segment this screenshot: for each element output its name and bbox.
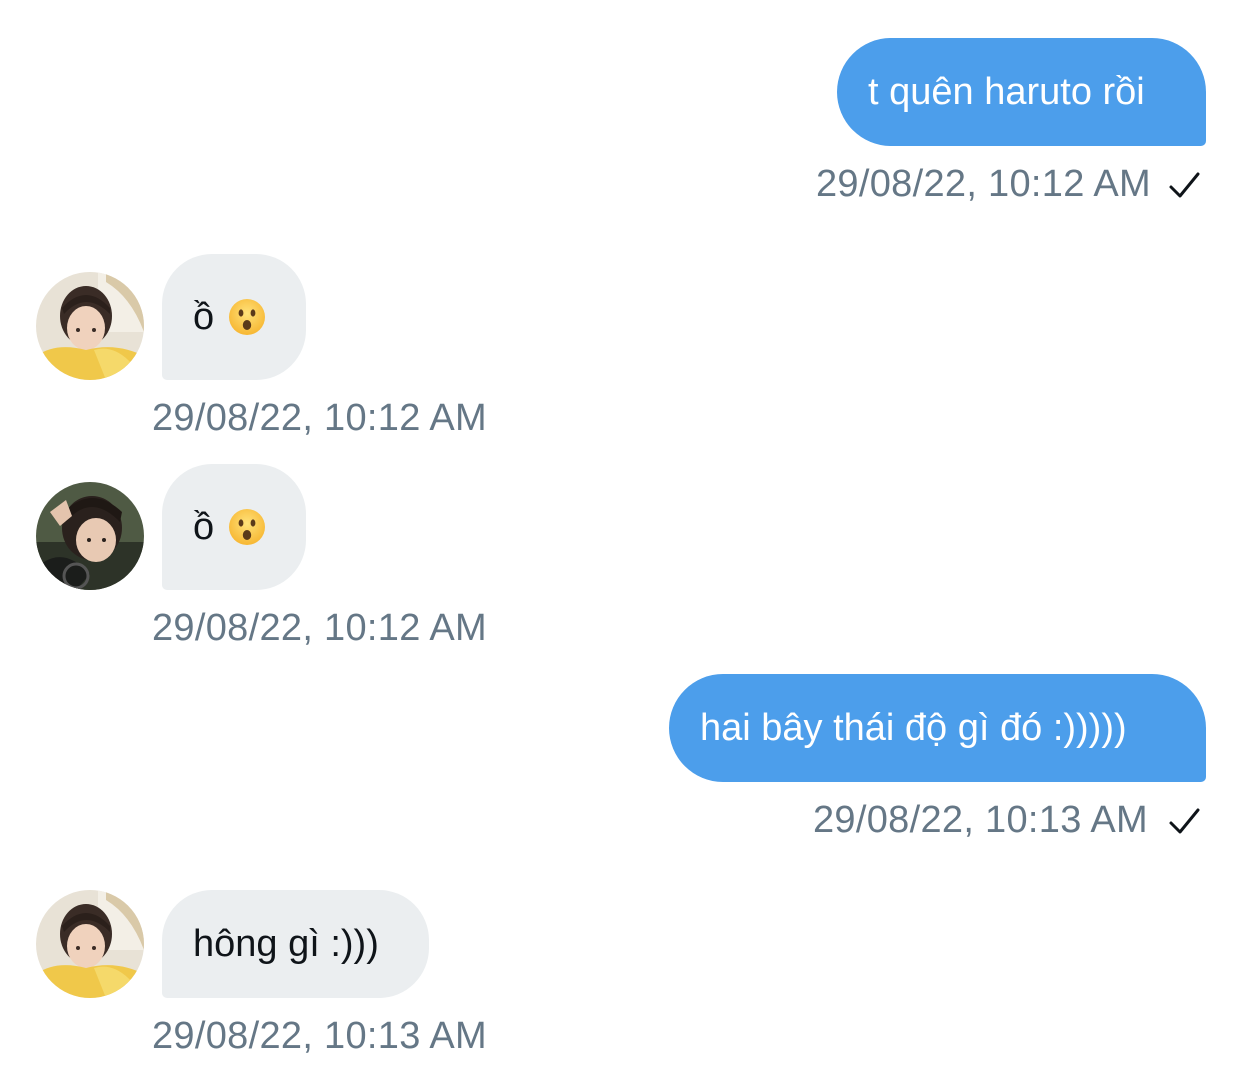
message-bubble-incoming[interactable]: ồ <box>162 464 306 590</box>
avatar[interactable] <box>36 482 144 590</box>
avatar[interactable] <box>36 890 144 998</box>
hushed-face-emoji-icon <box>229 299 266 335</box>
message-text: hai bây thái độ gì đó :))))) <box>700 707 1127 749</box>
sent-check-icon <box>1169 172 1200 198</box>
message-bubble-incoming[interactable]: ồ <box>162 254 306 380</box>
message-timestamp: 29/08/22, 10:13 AM <box>813 799 1148 841</box>
message-text: hông gì :))) <box>193 923 379 965</box>
message-bubble-outgoing[interactable]: t quên haruto rồi <box>837 38 1206 146</box>
avatar-photo-icon <box>36 482 144 590</box>
hushed-face-emoji-icon <box>229 509 266 545</box>
message-timestamp: 29/08/22, 10:13 AM <box>152 1015 487 1057</box>
sent-check-icon <box>1169 808 1200 834</box>
avatar-photo-icon <box>36 272 144 380</box>
avatar-photo-icon <box>36 890 144 998</box>
message-text: ồ <box>193 506 215 548</box>
message-text: t quên haruto rồi <box>868 71 1145 113</box>
message-timestamp: 29/08/22, 10:12 AM <box>816 163 1151 205</box>
avatar[interactable] <box>36 272 144 380</box>
message-bubble-outgoing[interactable]: hai bây thái độ gì đó :))))) <box>669 674 1206 782</box>
message-bubble-incoming[interactable]: hông gì :))) <box>162 890 429 998</box>
message-timestamp: 29/08/22, 10:12 AM <box>152 607 487 649</box>
message-text: ồ <box>193 296 215 338</box>
message-timestamp: 29/08/22, 10:12 AM <box>152 397 487 439</box>
